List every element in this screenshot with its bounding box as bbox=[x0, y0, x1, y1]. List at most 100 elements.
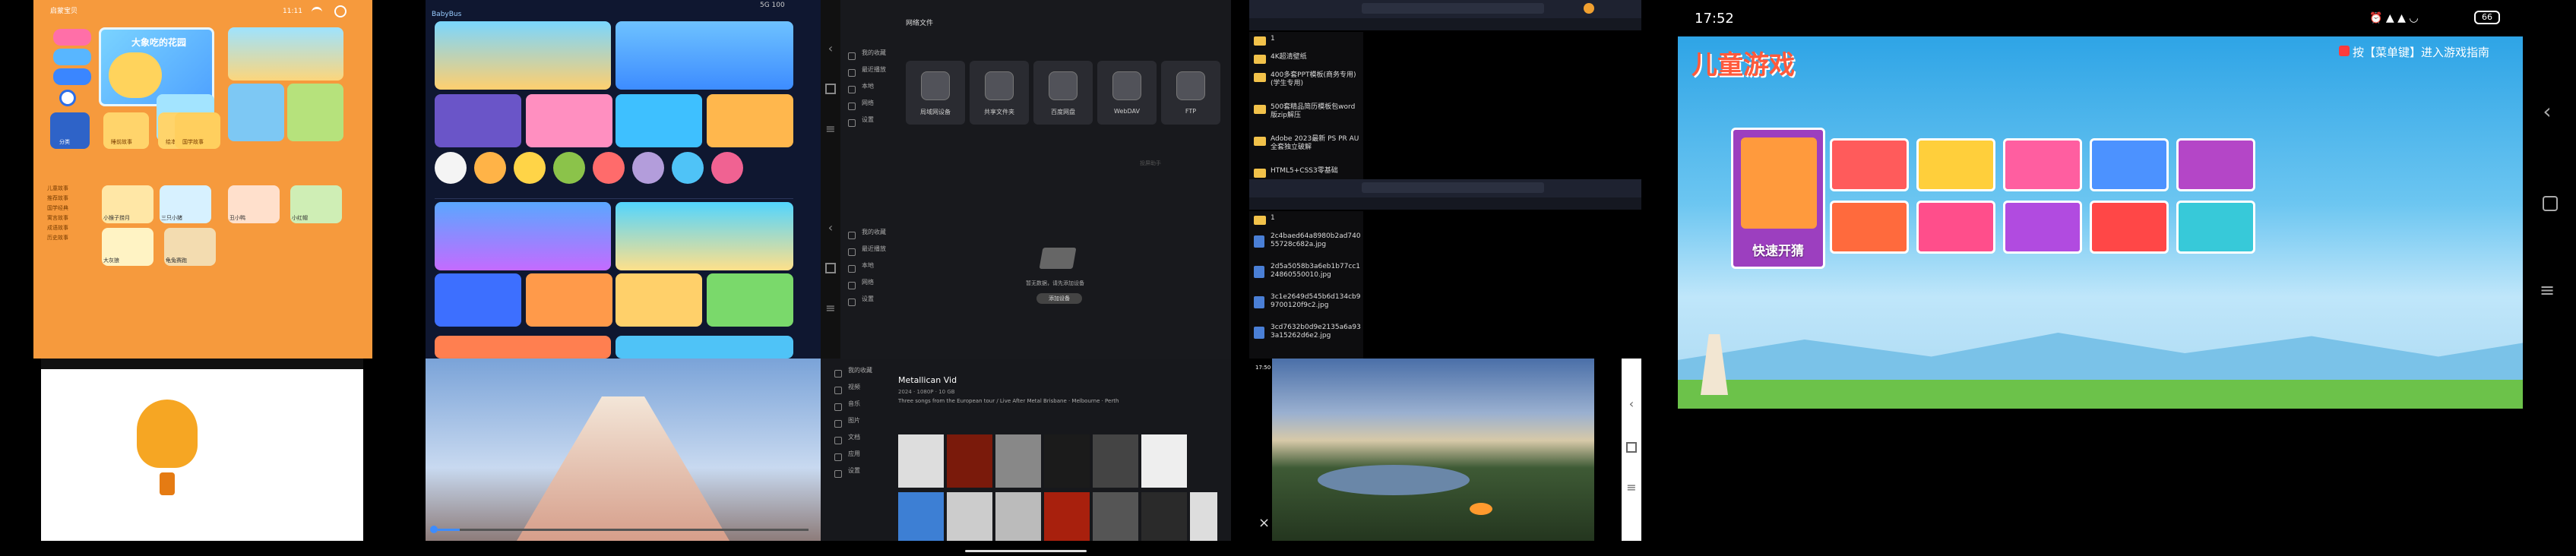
home-icon[interactable] bbox=[825, 263, 836, 273]
thumb[interactable] bbox=[898, 434, 944, 488]
menu-item[interactable]: 儿童故事 bbox=[47, 185, 93, 195]
recent-icon[interactable]: ≡ bbox=[1624, 480, 1639, 494]
file-row[interactable]: 4K超清壁纸 bbox=[1249, 50, 1356, 67]
nas-card-ftp[interactable]: FTP bbox=[1161, 61, 1220, 125]
file-row[interactable]: HTML5+CSS3零基础 bbox=[1249, 164, 1356, 179]
sidebar-item[interactable]: 网络 bbox=[842, 99, 903, 115]
file-row[interactable]: 500套精品简历模板包word版zip解压 bbox=[1249, 100, 1356, 129]
user-icon[interactable] bbox=[334, 5, 347, 17]
story-card[interactable]: 龟兔赛跑 bbox=[164, 228, 216, 266]
sidebar-item[interactable]: 我的收藏 bbox=[842, 228, 903, 245]
video-thumb[interactable] bbox=[435, 21, 611, 90]
add-device-button[interactable]: 添加设备 bbox=[1036, 293, 1082, 304]
thumb[interactable] bbox=[947, 492, 992, 541]
ebook-3[interactable]: 国学故事 bbox=[175, 112, 220, 149]
file-row[interactable]: 3cd7632b0d9e2135a6a933a15262d6e2.jpg bbox=[1249, 322, 1361, 351]
search-icon[interactable] bbox=[59, 90, 76, 106]
tab-strip[interactable] bbox=[435, 191, 793, 199]
sidebar-item[interactable]: 本地 bbox=[842, 261, 903, 278]
banner-quad[interactable] bbox=[287, 84, 343, 141]
video-thumb[interactable] bbox=[616, 273, 702, 327]
thumb[interactable] bbox=[1093, 492, 1138, 541]
video-thumb[interactable] bbox=[707, 273, 793, 327]
progress-bar[interactable] bbox=[438, 529, 809, 531]
file-row[interactable]: 2c4baed64a8980b2ad74055728c682a.jpg bbox=[1249, 231, 1361, 260]
thumb[interactable] bbox=[1141, 492, 1187, 541]
banner-secondary[interactable] bbox=[228, 27, 343, 81]
story-card[interactable]: 小猴子捞月 bbox=[102, 185, 153, 223]
file-row[interactable]: Adobe 2023最新 PS PR AU 全套独立破解 bbox=[1249, 132, 1359, 161]
recent-icon[interactable]: ≡ bbox=[823, 301, 838, 315]
back-icon[interactable]: ‹ bbox=[823, 220, 838, 235]
thumb[interactable] bbox=[1141, 434, 1187, 488]
ebook-1[interactable]: 睡前故事 bbox=[103, 112, 149, 149]
file-row[interactable]: 1 bbox=[1249, 32, 1356, 49]
sidebar-item[interactable]: 最近播放 bbox=[842, 245, 903, 261]
video-thumb[interactable] bbox=[435, 273, 521, 327]
sidebar-item[interactable]: 设置 bbox=[842, 115, 903, 132]
menu-item[interactable]: 寓言故事 bbox=[47, 215, 93, 225]
game-tile[interactable] bbox=[2003, 201, 2082, 254]
avatar[interactable] bbox=[1584, 3, 1594, 14]
menu-item[interactable]: 推荐故事 bbox=[47, 195, 93, 205]
video-thumb[interactable] bbox=[616, 94, 702, 147]
search-bar[interactable] bbox=[1362, 3, 1544, 14]
game-tile[interactable] bbox=[1916, 138, 1995, 191]
story-card[interactable]: 丑小鸭 bbox=[228, 185, 280, 223]
video-thumb[interactable] bbox=[707, 94, 793, 147]
story-card[interactable]: 大灰狼 bbox=[102, 228, 153, 266]
video-thumb[interactable] bbox=[435, 336, 611, 359]
menu-item[interactable]: 国学经典 bbox=[47, 205, 93, 215]
game-tile[interactable] bbox=[1830, 201, 1909, 254]
game-tile[interactable] bbox=[2003, 138, 2082, 191]
thumb[interactable] bbox=[1044, 492, 1090, 541]
story-button[interactable] bbox=[53, 49, 91, 65]
sidebar-item[interactable]: 文档 bbox=[828, 433, 889, 450]
nas-card-webdav[interactable]: WebDAV bbox=[1097, 61, 1157, 125]
game-tile[interactable] bbox=[1916, 201, 1995, 254]
game-tile[interactable] bbox=[2176, 138, 2255, 191]
video-thumb[interactable] bbox=[526, 94, 612, 147]
sidebar-item[interactable]: 音乐 bbox=[828, 400, 889, 416]
play-icon[interactable] bbox=[430, 526, 438, 533]
menu-item[interactable]: 成语故事 bbox=[47, 225, 93, 235]
thumb[interactable] bbox=[1044, 434, 1090, 488]
game-tile[interactable] bbox=[2090, 138, 2169, 191]
video-thumb[interactable] bbox=[616, 202, 793, 270]
video-thumb[interactable] bbox=[616, 21, 793, 90]
sidebar-item[interactable]: 设置 bbox=[828, 466, 889, 483]
game-tile[interactable] bbox=[2090, 201, 2169, 254]
thumb[interactable] bbox=[1190, 492, 1217, 541]
game-tile[interactable] bbox=[2176, 201, 2255, 254]
sidebar-item[interactable]: 图片 bbox=[828, 416, 889, 433]
sidebar-item[interactable]: 设置 bbox=[842, 295, 903, 311]
sidebar-item[interactable]: 我的收藏 bbox=[842, 49, 903, 65]
back-icon[interactable]: ‹ bbox=[2540, 99, 2555, 124]
home-icon[interactable] bbox=[1626, 442, 1637, 453]
recent-icon[interactable]: ≡ bbox=[823, 122, 838, 136]
nas-card-lan[interactable]: 局域网设备 bbox=[906, 61, 965, 125]
music-button[interactable] bbox=[53, 68, 91, 85]
thumb[interactable] bbox=[898, 492, 944, 541]
nas-card-baidu[interactable]: 百度网盘 bbox=[1033, 61, 1093, 125]
menu-item[interactable]: 历史故事 bbox=[47, 235, 93, 245]
file-row[interactable]: 3c1e2649d545b6d134cb99700120f9c2.jpg bbox=[1249, 292, 1360, 321]
file-row[interactable]: 400多套PPT模板(商务专用)(学生专用) bbox=[1249, 68, 1356, 97]
sidebar-item[interactable]: 最近播放 bbox=[842, 65, 903, 82]
video-thumb[interactable] bbox=[435, 94, 521, 147]
category-button[interactable] bbox=[53, 29, 91, 46]
sidebar-item[interactable]: 本地 bbox=[842, 82, 903, 99]
close-icon[interactable]: × bbox=[1258, 515, 1270, 531]
back-icon[interactable]: ‹ bbox=[823, 41, 838, 55]
video-thumb[interactable] bbox=[616, 336, 793, 359]
video-thumb[interactable] bbox=[435, 202, 611, 270]
rocket-button[interactable]: 分类 bbox=[50, 112, 90, 149]
file-row[interactable]: 1 bbox=[1249, 211, 1356, 228]
back-icon[interactable]: ‹ bbox=[1624, 396, 1639, 411]
thumb[interactable] bbox=[995, 492, 1041, 541]
quick-start-tile[interactable]: 快速开猜 bbox=[1731, 128, 1825, 269]
thumb[interactable] bbox=[995, 434, 1041, 488]
story-card[interactable]: 小红帽 bbox=[290, 185, 342, 223]
story-card[interactable]: 三只小猪 bbox=[160, 185, 211, 223]
sidebar-item[interactable]: 应用 bbox=[828, 450, 889, 466]
